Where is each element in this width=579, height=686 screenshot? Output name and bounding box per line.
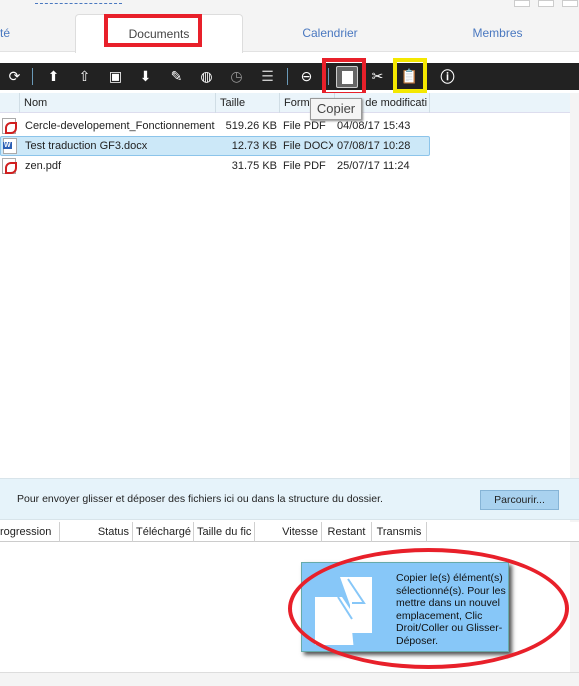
separator [287, 68, 288, 85]
annotation-red-box [104, 14, 202, 47]
web-icon[interactable]: ◍ [193, 63, 220, 90]
annotation-red-box [322, 58, 366, 96]
annotation-red-ellipse [288, 548, 569, 669]
top-link[interactable] [35, 3, 122, 4]
col-transmis[interactable]: Transmis [372, 522, 427, 542]
upload-new-icon[interactable]: ⇧ [71, 63, 98, 90]
col-progression[interactable]: rogression [0, 522, 60, 542]
menu-icon[interactable] [562, 0, 578, 7]
download-icon[interactable]: ⬇ [132, 63, 159, 90]
pdf-file-icon [2, 158, 17, 174]
col-status[interactable]: Status [60, 522, 133, 542]
new-folder-icon[interactable]: ▣ [102, 63, 129, 90]
tab-membres[interactable]: Membres [416, 14, 579, 52]
col-restant[interactable]: Restant [322, 522, 372, 542]
tab-calendrier[interactable]: Calendrier [244, 14, 416, 52]
separator [32, 68, 33, 85]
pdf-file-icon [2, 118, 17, 134]
history-icon[interactable]: ◷ [223, 63, 250, 90]
browse-button[interactable]: Parcourir... [480, 490, 559, 510]
file-size: 31.75 KB [231, 160, 277, 172]
cut-icon[interactable]: ✂ [364, 63, 391, 90]
col-taille[interactable]: Taille [216, 93, 280, 113]
delete-icon[interactable]: ⊖ [293, 63, 320, 90]
info-icon[interactable]: ⓘ [434, 63, 461, 90]
scrollbar[interactable] [570, 93, 579, 672]
file-name: zen.pdf [25, 160, 62, 172]
table-row[interactable]: Cercle-developement_Fonctionnement 519.2… [0, 116, 430, 136]
tab-activite[interactable]: té [0, 14, 20, 52]
col-vitesse[interactable]: Vitesse [255, 522, 322, 542]
file-format: File PDF [283, 160, 326, 172]
col-telecharge[interactable]: Téléchargé [133, 522, 194, 542]
word-file-icon [3, 138, 17, 154]
edit-icon[interactable]: ✎ [163, 63, 190, 90]
tab-bar: té Documents Calendrier Membres [0, 14, 579, 53]
annotation-yellow-box [393, 58, 427, 93]
table-row[interactable]: zen.pdf 31.75 KB File PDF 25/07/17 11:24 [0, 156, 430, 176]
file-name: Cercle-developement_Fonctionnement [25, 120, 215, 132]
file-date: 07/08/17 10:28 [337, 140, 411, 152]
file-size: 12.73 KB [231, 140, 277, 152]
file-size: 519.26 KB [225, 120, 277, 132]
refresh-icon[interactable]: ⟳ [1, 63, 28, 90]
col-icon [0, 93, 20, 113]
view-grid-icon[interactable] [514, 0, 530, 7]
file-name: Test traduction GF3.docx [25, 140, 148, 152]
upload-instructions: Pour envoyer glisser et déposer des fich… [17, 493, 383, 505]
table-row-selected[interactable]: Test traduction GF3.docx 12.73 KB File D… [0, 136, 430, 156]
view-list-icon[interactable] [538, 0, 554, 7]
upload-icon[interactable]: ⬆ [40, 63, 67, 90]
footer-bar [0, 672, 579, 686]
file-format: File DOCX [283, 140, 333, 152]
col-nom[interactable]: Nom [20, 93, 216, 113]
copy-tooltip: Copier [310, 98, 362, 120]
file-date: 25/07/17 11:24 [337, 160, 410, 172]
col-taille-fichier[interactable]: Taille du fic [194, 522, 255, 542]
notes-icon[interactable]: ☰ [254, 63, 281, 90]
